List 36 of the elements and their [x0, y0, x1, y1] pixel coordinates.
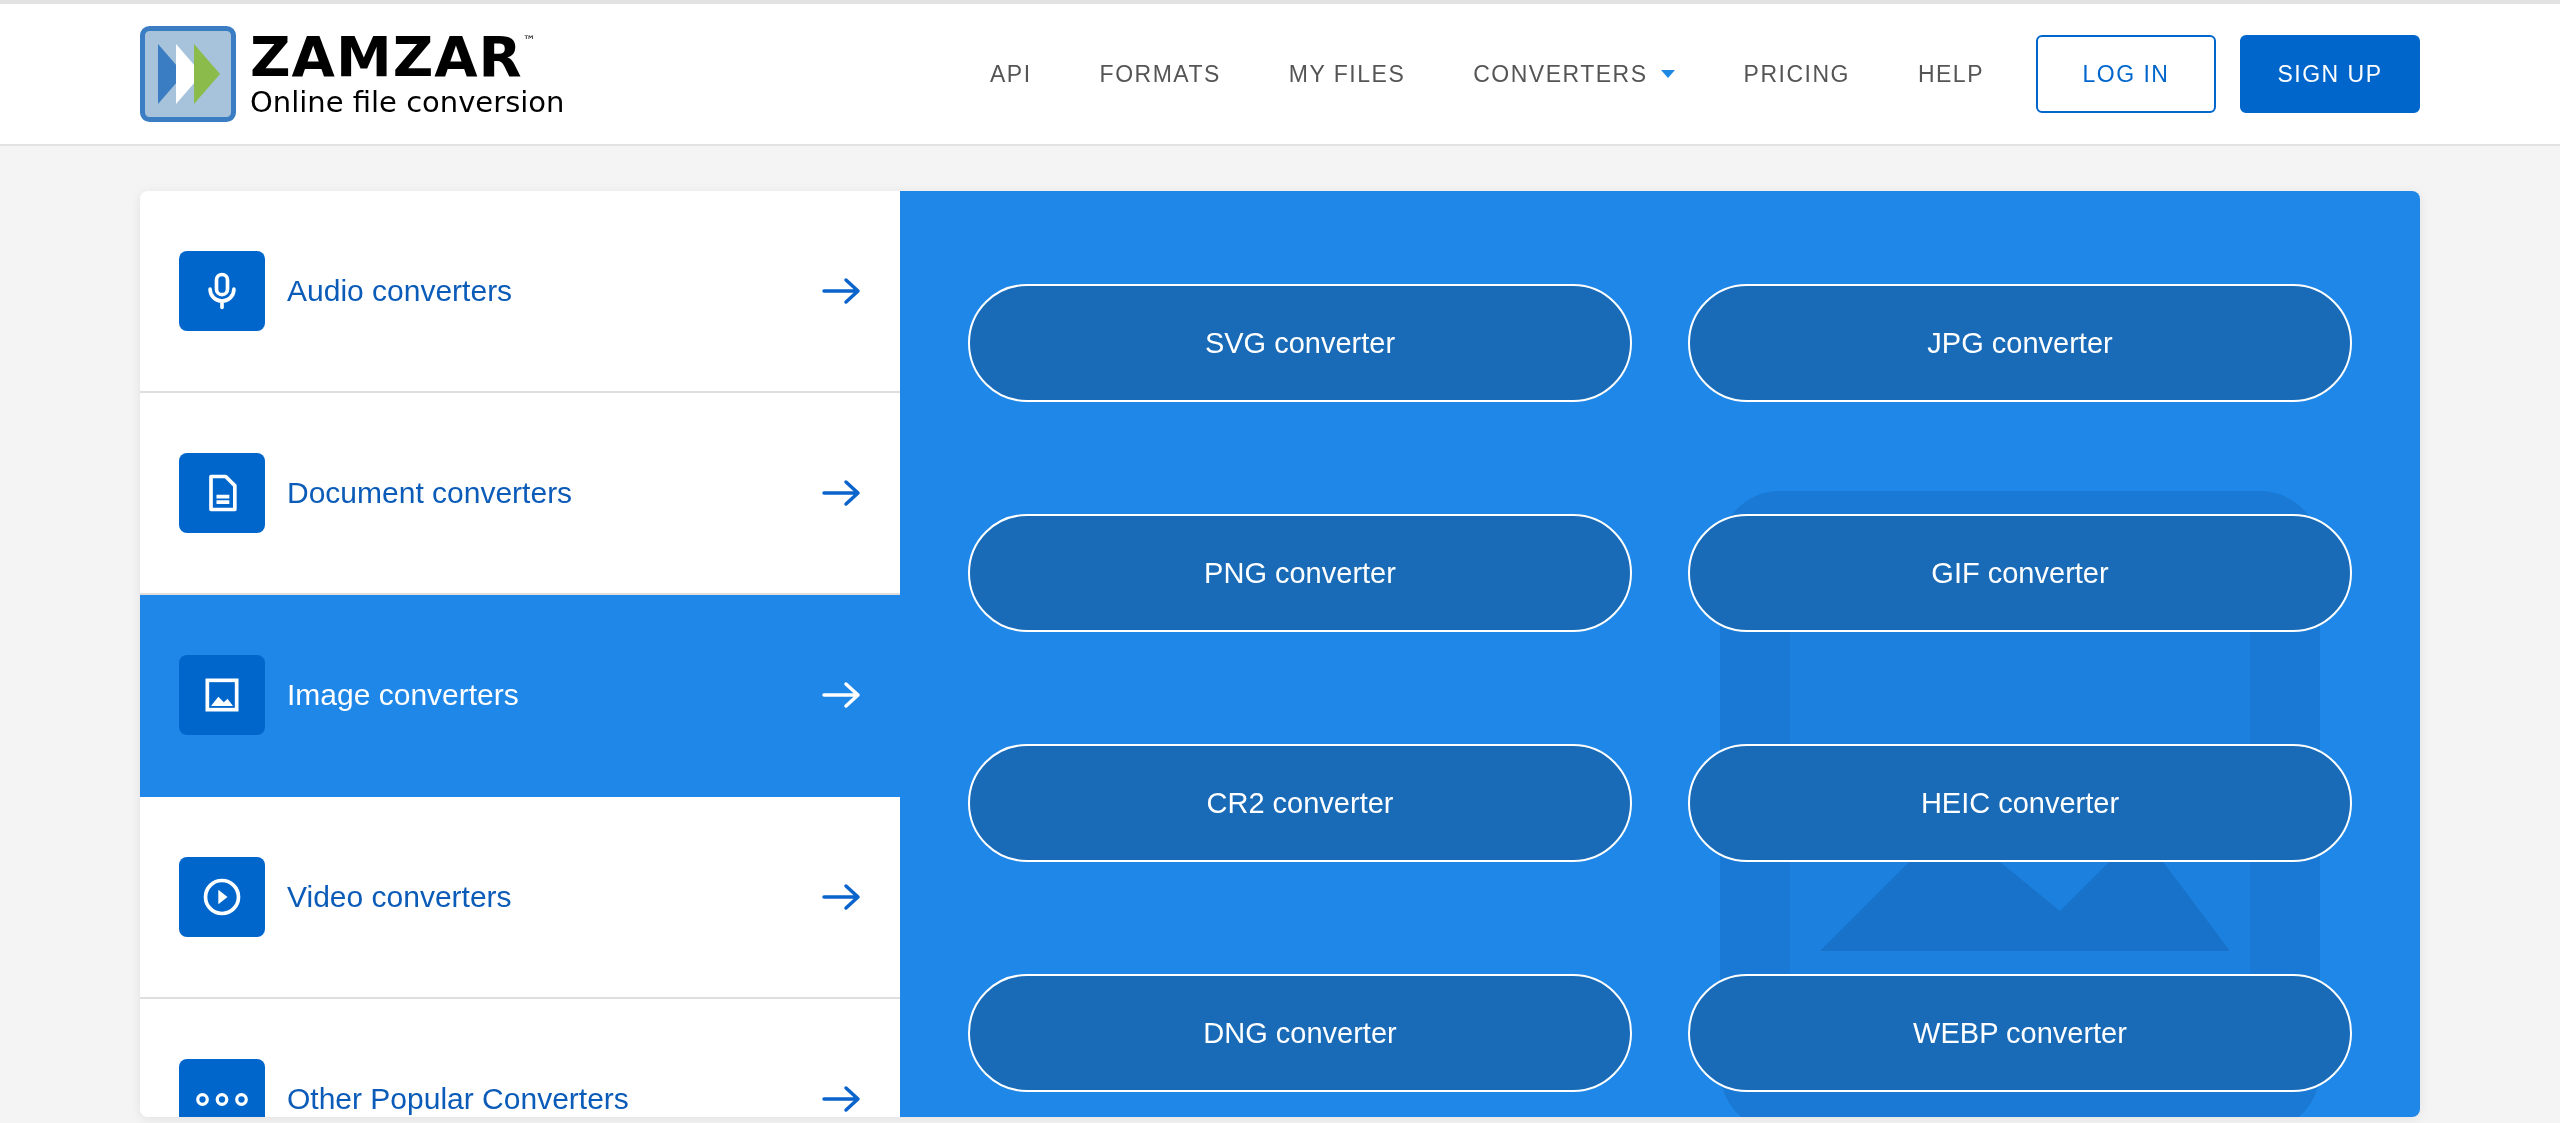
- logo-wordmark[interactable]: ZAMZAR: [250, 29, 523, 85]
- more-icon: [196, 1092, 248, 1106]
- category-label: Image converters: [287, 678, 520, 712]
- nav-link[interactable]: PRICING: [1743, 60, 1850, 88]
- category-item[interactable]: Other Popular Converters: [140, 999, 900, 1117]
- converter-button[interactable]: PNG converter: [968, 514, 1632, 632]
- right-arrow-icon: [822, 680, 862, 710]
- nav-link[interactable]: HELP: [1917, 60, 1984, 88]
- category-item[interactable]: Video converters: [140, 797, 900, 999]
- right-arrow-icon: [822, 478, 862, 508]
- category-label: Other Popular Converters: [287, 1082, 630, 1116]
- category-label: Audio converters: [287, 274, 514, 308]
- nav-dropdown[interactable]: CONVERTERS: [1473, 60, 1676, 88]
- right-arrow-icon: [822, 882, 862, 912]
- right-arrow-icon: [822, 276, 862, 306]
- category-label: Video converters: [287, 880, 513, 914]
- converter-button[interactable]: WEBP converter: [1688, 974, 2352, 1092]
- converter-button[interactable]: JPG converter: [1688, 284, 2352, 402]
- logo-tagline: Online file conversion: [250, 85, 565, 119]
- category-item[interactable]: Audio converters: [140, 191, 900, 393]
- trademark-symbol: ™: [522, 33, 536, 48]
- nav-link[interactable]: API: [990, 60, 1032, 88]
- converter-button[interactable]: GIF converter: [1688, 514, 2352, 632]
- converter-button[interactable]: SVG converter: [968, 284, 1632, 402]
- sign-up-button[interactable]: SIGN UP: [2240, 35, 2420, 113]
- nav-link[interactable]: FORMATS: [1099, 60, 1221, 88]
- converter-button[interactable]: CR2 converter: [968, 744, 1632, 862]
- converter-button[interactable]: DNG converter: [968, 974, 1632, 1092]
- caret-icon: [1659, 69, 1676, 79]
- category-label: Document converters: [287, 476, 574, 510]
- category-item[interactable]: Image converters: [140, 595, 900, 797]
- logo-icon[interactable]: [140, 26, 236, 122]
- nav-link[interactable]: MY FILES: [1288, 60, 1406, 88]
- converter-button[interactable]: HEIC converter: [1688, 744, 2352, 862]
- log-in-button[interactable]: LOG IN: [2036, 35, 2216, 113]
- right-arrow-icon: [822, 1084, 862, 1114]
